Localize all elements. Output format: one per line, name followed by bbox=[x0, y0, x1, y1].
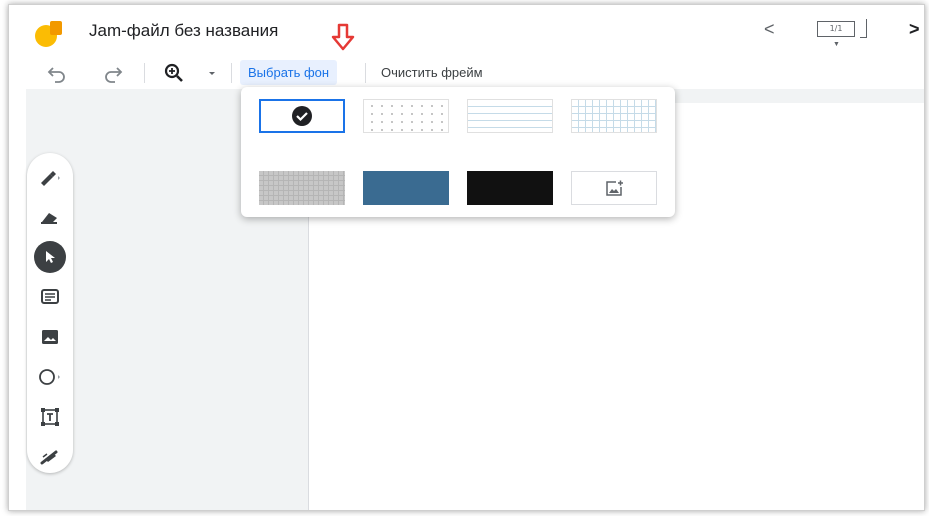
undo-icon[interactable] bbox=[46, 62, 68, 84]
laser-tool[interactable] bbox=[34, 441, 66, 473]
background-option-black[interactable] bbox=[467, 171, 553, 205]
background-option-gray-grid[interactable] bbox=[259, 171, 345, 205]
zoom-dropdown-icon[interactable] bbox=[201, 62, 223, 84]
shape-tool[interactable] bbox=[34, 361, 66, 393]
add-image-icon bbox=[606, 180, 623, 196]
document-title[interactable]: Jam-файл без названия bbox=[89, 21, 278, 41]
background-option-lines[interactable] bbox=[467, 99, 553, 133]
frame-bar-bracket bbox=[860, 19, 867, 38]
frame-bar-toggle[interactable]: 1/1 ▼ bbox=[817, 19, 867, 48]
toolbar: Выбрать фон Очистить фрейм bbox=[9, 57, 924, 89]
background-option-blank[interactable] bbox=[259, 99, 345, 133]
background-option-squares[interactable] bbox=[571, 99, 657, 133]
tool-rail bbox=[27, 153, 73, 473]
toolbar-divider bbox=[144, 63, 145, 83]
arrow-down-icon bbox=[331, 23, 355, 51]
checkmark-icon bbox=[292, 106, 312, 126]
pen-tool[interactable] bbox=[34, 161, 66, 193]
jamboard-logo bbox=[35, 21, 62, 47]
eraser-icon bbox=[41, 213, 57, 224]
clear-frame-button[interactable]: Очистить фрейм bbox=[381, 60, 483, 85]
circle-icon bbox=[39, 369, 60, 385]
zoom-in-icon[interactable] bbox=[163, 62, 185, 84]
background-option-dots[interactable] bbox=[363, 99, 449, 133]
image-tool[interactable] bbox=[34, 321, 66, 353]
toolbar-divider bbox=[231, 63, 232, 83]
chevron-right-icon[interactable]: > bbox=[909, 19, 920, 40]
eraser-tool[interactable] bbox=[34, 201, 66, 233]
background-option-upload-image[interactable] bbox=[571, 171, 657, 205]
cursor-icon bbox=[46, 251, 55, 263]
chevron-left-icon[interactable]: < bbox=[764, 19, 775, 40]
laser-icon bbox=[40, 450, 58, 465]
pen-icon bbox=[41, 171, 60, 186]
sticky-note-icon bbox=[41, 289, 59, 304]
redo-icon[interactable] bbox=[102, 62, 124, 84]
app-window: Jam-файл без названия < 1/1 ▼ > Выбрать … bbox=[8, 4, 925, 511]
background-popup bbox=[241, 87, 675, 217]
chevron-down-icon: ▼ bbox=[833, 41, 840, 48]
toolbar-divider bbox=[365, 63, 366, 83]
frame-counter-label: 1/1 bbox=[817, 21, 855, 37]
background-option-blue[interactable] bbox=[363, 171, 449, 205]
select-tool[interactable] bbox=[34, 241, 66, 273]
image-icon bbox=[42, 330, 58, 344]
set-background-button[interactable]: Выбрать фон bbox=[240, 60, 338, 85]
text-box-icon bbox=[41, 408, 59, 426]
text-box-tool[interactable] bbox=[34, 401, 66, 433]
sticky-note-tool[interactable] bbox=[34, 281, 66, 313]
header: Jam-файл без названия < 1/1 ▼ > bbox=[9, 5, 924, 57]
